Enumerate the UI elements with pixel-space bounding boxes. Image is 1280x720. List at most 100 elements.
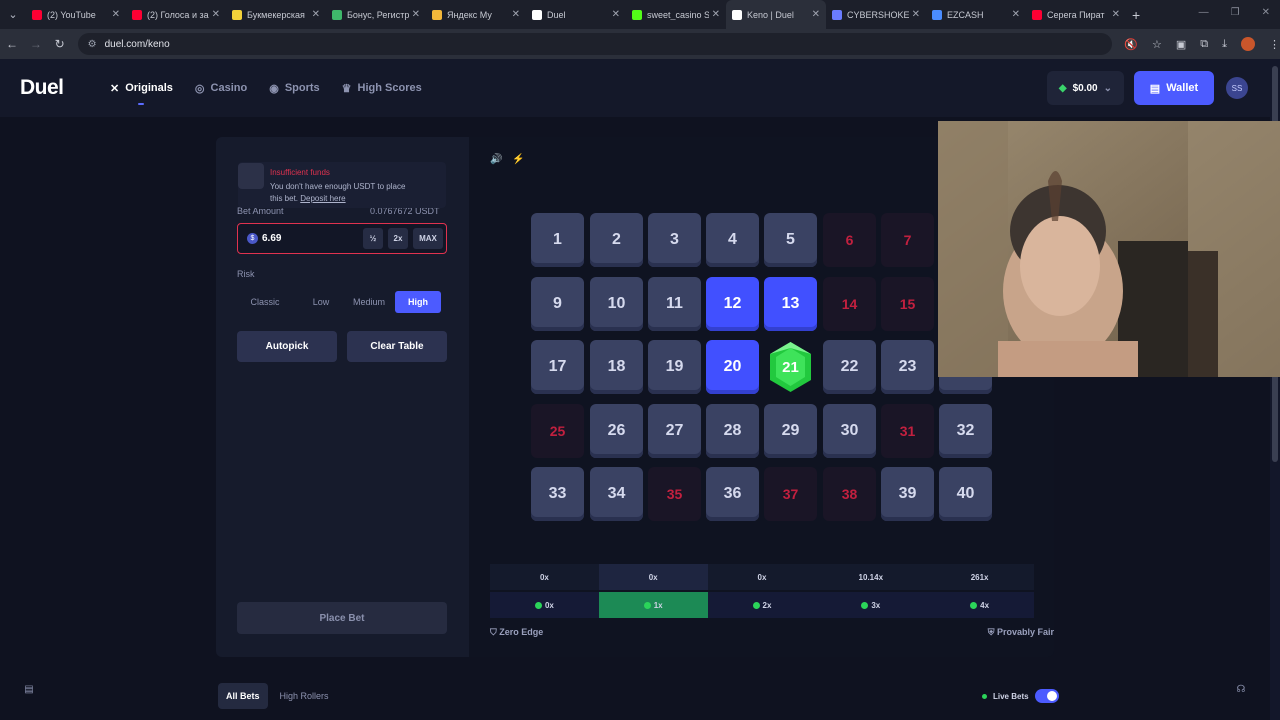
keno-tile[interactable]: 31: [881, 404, 934, 458]
back-icon[interactable]: ←: [0, 37, 24, 51]
browser-tab[interactable]: sweet_casino S ✕: [626, 0, 726, 29]
keno-tile[interactable]: 12: [706, 277, 759, 331]
nav-item-sports[interactable]: ◉ Sports: [269, 82, 319, 95]
live-bets-toggle[interactable]: [1034, 689, 1059, 703]
mute-icon[interactable]: 🔇: [1124, 38, 1138, 51]
browser-tab[interactable]: Бонус, Регистр ✕: [326, 0, 426, 29]
keno-tile[interactable]: 21: [764, 340, 817, 394]
close-window-icon[interactable]: ✕: [1262, 7, 1270, 18]
browser-tab[interactable]: CYBERSHOKE ✕: [826, 0, 926, 29]
browser-tab[interactable]: Серега Пират ✕: [1026, 0, 1126, 29]
browser-tab[interactable]: EZCASH ✕: [926, 0, 1026, 29]
risk-option-high[interactable]: High: [395, 291, 441, 313]
avatar[interactable]: SS: [1226, 77, 1248, 99]
browser-tab[interactable]: (2) YouTube ✕: [26, 0, 126, 29]
keno-tile[interactable]: 39: [881, 467, 934, 521]
keno-tile[interactable]: 15: [881, 277, 934, 331]
tab-close-icon[interactable]: ✕: [612, 9, 620, 20]
max-bet-button[interactable]: MAX: [413, 228, 443, 249]
nav-item-high-scores[interactable]: ♛ High Scores: [342, 82, 422, 95]
keno-tile[interactable]: 33: [531, 467, 584, 521]
bet-amount-value[interactable]: 6.69: [262, 233, 281, 244]
half-bet-button[interactable]: ½: [363, 228, 383, 249]
keno-tile[interactable]: 34: [590, 467, 643, 521]
risk-option-low[interactable]: Low: [299, 291, 343, 313]
duel-logo[interactable]: Duel: [20, 76, 90, 100]
tab-close-icon[interactable]: ✕: [912, 9, 920, 20]
keno-tile[interactable]: 28: [706, 404, 759, 458]
keno-tile[interactable]: 36: [706, 467, 759, 521]
url-field[interactable]: ⚙ duel.com/keno: [77, 33, 1113, 55]
browser-tab[interactable]: Яндекс Му ✕: [426, 0, 526, 29]
keno-tile[interactable]: 37: [764, 467, 817, 521]
keno-tile[interactable]: 14: [823, 277, 876, 331]
minimize-icon[interactable]: —: [1199, 7, 1209, 18]
browser-tab[interactable]: Букмекерская ✕: [226, 0, 326, 29]
risk-option-classic[interactable]: Classic: [237, 291, 293, 313]
reload-icon[interactable]: ↻: [48, 37, 72, 51]
zero-edge[interactable]: ⛉ Zero Edge: [490, 627, 543, 638]
support-headset-icon[interactable]: ☊: [1230, 678, 1252, 700]
bookmark-star-icon[interactable]: ☆: [1152, 38, 1162, 51]
keno-tile[interactable]: 4: [706, 213, 759, 267]
tab-close-icon[interactable]: ✕: [1112, 9, 1120, 20]
site-info-icon[interactable]: ⚙: [88, 39, 97, 50]
tab-search-icon[interactable]: ⌄: [0, 0, 26, 29]
forward-icon[interactable]: →: [24, 37, 48, 51]
puzzle-icon[interactable]: ⧉: [1200, 38, 1208, 51]
risk-option-medium[interactable]: Medium: [343, 291, 395, 313]
keno-tile[interactable]: 11: [648, 277, 701, 331]
keno-tile[interactable]: 22: [823, 340, 876, 394]
clear-table-button[interactable]: Clear Table: [347, 331, 447, 362]
keno-tile[interactable]: 3: [648, 213, 701, 267]
sound-icon[interactable]: 🔊: [490, 154, 502, 165]
keno-tile[interactable]: 26: [590, 404, 643, 458]
browser-tab[interactable]: Duel ✕: [526, 0, 626, 29]
keno-tile[interactable]: 13: [764, 277, 817, 331]
extension-icon[interactable]: ▣: [1176, 38, 1186, 51]
profile-icon[interactable]: [1241, 37, 1255, 51]
keno-tile[interactable]: 35: [648, 467, 701, 521]
browser-tab[interactable]: Keno | Duel ✕: [726, 0, 826, 29]
tab-close-icon[interactable]: ✕: [512, 9, 520, 20]
new-tab-icon[interactable]: +: [1132, 7, 1140, 23]
menu-dots-icon[interactable]: ⋮: [1269, 38, 1280, 51]
deposit-link[interactable]: Deposit here: [300, 194, 345, 203]
tab-close-icon[interactable]: ✕: [312, 9, 320, 20]
keno-tile[interactable]: 40: [939, 467, 992, 521]
keno-tile[interactable]: 38: [823, 467, 876, 521]
keno-tile[interactable]: 1: [531, 213, 584, 267]
tab-close-icon[interactable]: ✕: [712, 9, 720, 20]
keno-tile[interactable]: 20: [706, 340, 759, 394]
keno-tile[interactable]: 19: [648, 340, 701, 394]
keno-tile[interactable]: 7: [881, 213, 934, 267]
tab-high-rollers[interactable]: High Rollers: [272, 683, 337, 709]
double-bet-button[interactable]: 2x: [388, 228, 408, 249]
keno-tile[interactable]: 10: [590, 277, 643, 331]
tab-close-icon[interactable]: ✕: [812, 9, 820, 20]
lightning-icon[interactable]: ⚡: [512, 154, 524, 165]
wallet-button[interactable]: ▤ Wallet: [1134, 71, 1214, 105]
keno-tile[interactable]: 27: [648, 404, 701, 458]
keno-tile[interactable]: 30: [823, 404, 876, 458]
autopick-button[interactable]: Autopick: [237, 331, 337, 362]
bet-amount-input[interactable]: $ 6.69 ½ 2x MAX: [237, 223, 447, 254]
tab-close-icon[interactable]: ✕: [212, 9, 220, 20]
keno-tile[interactable]: 6: [823, 213, 876, 267]
keno-tile[interactable]: 18: [590, 340, 643, 394]
keno-tile[interactable]: 9: [531, 277, 584, 331]
tab-all-bets[interactable]: All Bets: [218, 683, 268, 709]
balance-dropdown[interactable]: ◆ $0.00 ⌄: [1046, 71, 1124, 105]
tab-close-icon[interactable]: ✕: [412, 9, 420, 20]
keno-tile[interactable]: 32: [939, 404, 992, 458]
keno-tile[interactable]: 5: [764, 213, 817, 267]
place-bet-button[interactable]: Place Bet: [237, 602, 447, 634]
restore-icon[interactable]: ❐: [1231, 7, 1240, 18]
nav-item-casino[interactable]: ◎ Casino: [195, 82, 247, 95]
chat-icon[interactable]: ▤: [18, 678, 40, 700]
keno-tile[interactable]: 25: [531, 404, 584, 458]
keno-tile[interactable]: 23: [881, 340, 934, 394]
browser-tab[interactable]: (2) Голоса и за ✕: [126, 0, 226, 29]
download-icon[interactable]: ⤓: [1222, 38, 1227, 51]
provably-fair[interactable]: ⛨ Provably Fair: [988, 627, 1054, 638]
